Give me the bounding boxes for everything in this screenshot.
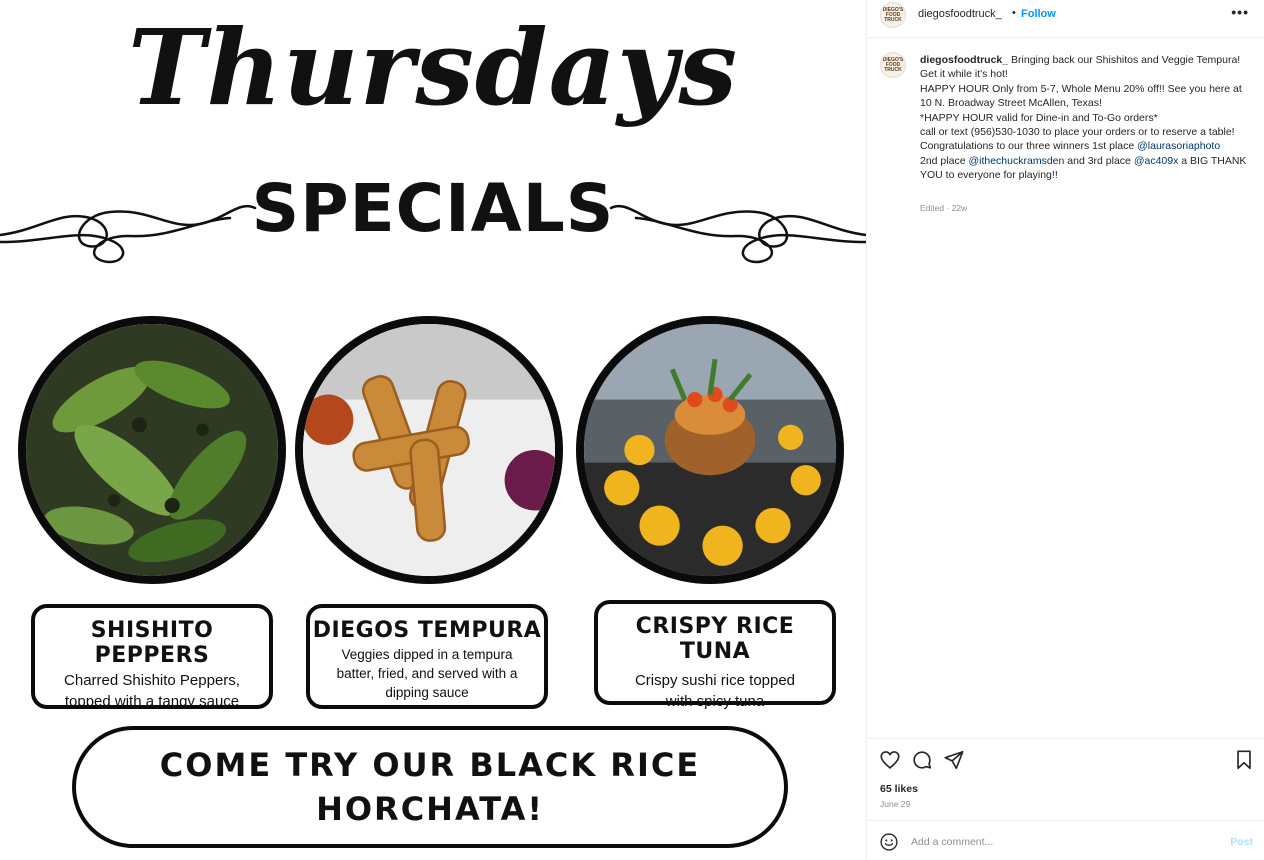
drink-banner: COME TRY OUR BLACK RICE HORCHATA! <box>72 726 788 848</box>
caption-text: 2nd place <box>920 154 966 167</box>
dish-description: Charred Shishito Peppers, topped with a … <box>64 672 240 710</box>
post-sidebar: DIEGO'S FOOD TRUCK diegosfoodtruck_ • Fo… <box>866 0 1264 860</box>
mention-link[interactable]: @laurasoriaphoto <box>1137 140 1220 152</box>
post-header: DIEGO'S FOOD TRUCK diegosfoodtruck_ • Fo… <box>867 0 1264 38</box>
likes-count[interactable]: 65 likes <box>880 783 918 795</box>
follow-button[interactable]: Follow <box>1021 8 1056 20</box>
caption-text: *HAPPY HOUR valid for Dine-in and To-Go … <box>920 111 1158 124</box>
dish-card-tempura: DIEGOS TEMPURA Veggies dipped in a tempu… <box>306 604 548 709</box>
post-image: Thursdays SPECIALS SHISHITO PEPPERS Char… <box>0 0 866 860</box>
emoji-icon[interactable] <box>879 832 899 852</box>
heart-icon[interactable] <box>879 749 901 771</box>
post-date: June 29 <box>880 799 911 809</box>
comment-icon[interactable] <box>911 749 933 771</box>
avatar-text: DIEGO'S FOOD TRUCK <box>882 56 904 73</box>
caption-avatar[interactable]: DIEGO'S FOOD TRUCK <box>880 52 906 78</box>
more-horizontal-icon[interactable]: ••• <box>1231 4 1249 20</box>
comment-input[interactable] <box>911 832 1211 852</box>
headline-script: Thursdays <box>127 6 739 129</box>
dish-photo-shishito <box>18 316 286 584</box>
comment-bar: Post <box>867 820 1264 860</box>
caption-username[interactable]: diegosfoodtruck_ <box>920 54 1008 66</box>
post-caption: diegosfoodtruck_ Bringing back our Shish… <box>920 53 1250 183</box>
dish-photo-tuna <box>576 316 844 584</box>
dish-description: Crispy sushi rice topped with spicy tuna <box>634 672 796 710</box>
post-comment-button[interactable]: Post <box>1230 836 1253 848</box>
bookmark-icon[interactable] <box>1233 749 1255 771</box>
dish-card-tuna: CRISPY RICE TUNA Crispy sushi rice toppe… <box>594 600 836 710</box>
caption-meta: Edited · 22w <box>920 203 968 213</box>
headline-block: SPECIALS <box>251 170 615 247</box>
dish-card-shishito: SHISHITO PEPPERS Charred Shishito Pepper… <box>31 604 273 710</box>
dish-name: DIEGOS TEMPURA <box>312 618 542 643</box>
mention-link[interactable]: @ac409x <box>1134 155 1179 167</box>
dish-name: CRISPY RICE TUNA <box>635 614 795 664</box>
separator-dot: • <box>1012 7 1016 19</box>
dish-name: SHISHITO PEPPERS <box>90 618 214 668</box>
mention-link[interactable]: @ithechuckramsden <box>968 155 1064 167</box>
caption-text: and 3rd place <box>1067 154 1131 167</box>
avatar-text: DIEGO'S FOOD TRUCK <box>882 6 904 23</box>
dish-description: Veggies dipped in a tempura batter, frie… <box>336 647 518 700</box>
caption-text: Congratulations to our three winners 1st… <box>920 140 1135 153</box>
dish-photo-tempura <box>295 316 563 584</box>
caption-text: call or text (956)530-1030 to place your… <box>920 126 1235 139</box>
caption-text: HAPPY HOUR Only from 5-7, Whole Menu 20%… <box>920 82 1242 110</box>
header-username[interactable]: diegosfoodtruck_ <box>918 8 1002 20</box>
avatar[interactable]: DIEGO'S FOOD TRUCK <box>880 2 906 28</box>
share-icon[interactable] <box>943 749 965 771</box>
